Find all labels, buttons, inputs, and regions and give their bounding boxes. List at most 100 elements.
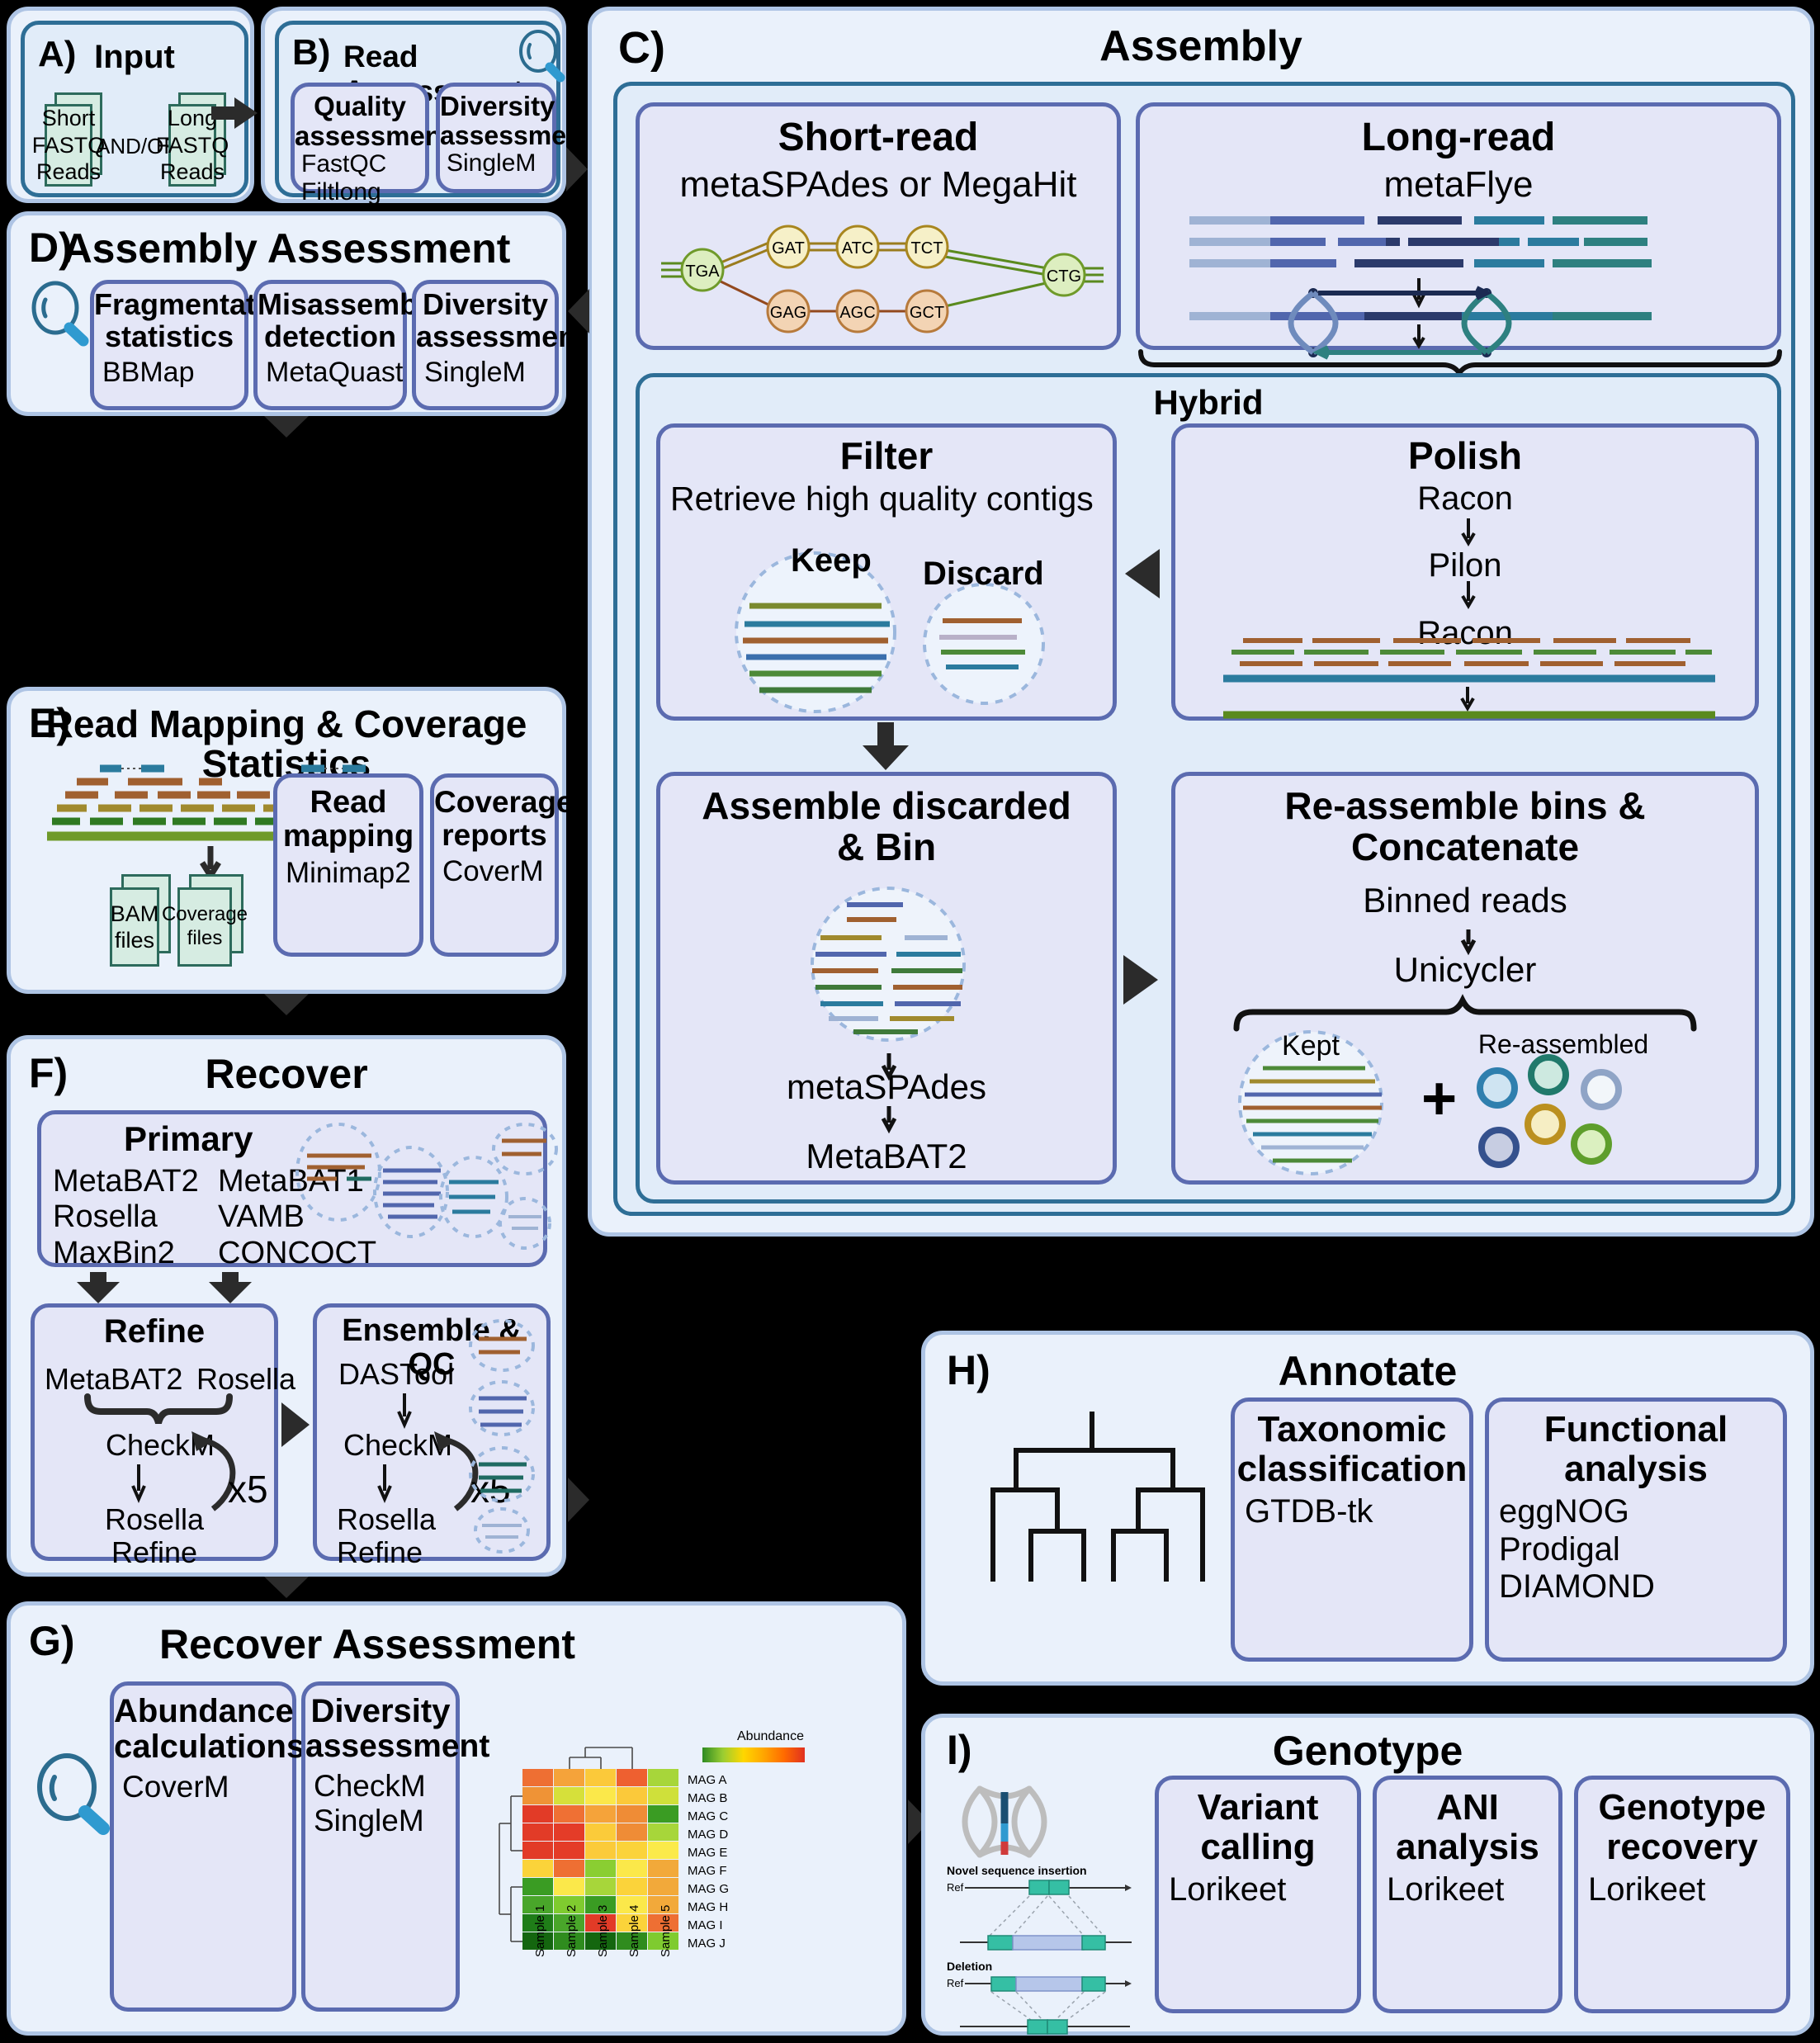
heatmap-cell	[585, 1823, 616, 1841]
heatmap-row-label: MAG C	[688, 1809, 729, 1823]
magnifier-icon	[519, 30, 565, 83]
short-read-box: Short-read metaSPAdes or MegaHit TGA GAT…	[636, 102, 1121, 350]
svg-text:TGA: TGA	[685, 262, 720, 281]
refine-input-2: Rosella	[196, 1362, 296, 1396]
variant-calling-title-1: Variant	[1197, 1787, 1319, 1828]
reassemble-step-1: Binned reads	[1363, 881, 1567, 920]
functional-analysis-tool-3: DIAMOND	[1499, 1568, 1655, 1606]
long-reads-line-3: Reads	[159, 159, 225, 185]
refine-input-1: MetaBAT2	[45, 1362, 183, 1396]
quality-assessment-box: Quality assessment FastQC Filtlong Nanop…	[291, 83, 451, 234]
coverage-reports-title-1: Coverage	[434, 785, 574, 819]
heatmap-cell	[554, 1860, 584, 1877]
genotype-recovery-box: Genotype recovery Lorikeet	[1574, 1776, 1790, 2013]
read-mapping-tool-1: Minimap2	[286, 857, 411, 890]
heatmap-cell	[617, 1842, 647, 1859]
arrow-a-to-b	[211, 97, 258, 129]
hybrid-title: Hybrid	[1153, 383, 1264, 422]
variant-calling-tool-1: Lorikeet	[1169, 1871, 1287, 1908]
reassemble-box: Re-assemble bins & Concatenate Binned re…	[1171, 772, 1759, 1185]
long-reads-line-2: FASTQ	[155, 132, 229, 158]
assembly-graph: TGA GAT ATC TCT GAG AGC GCT CTG	[661, 225, 1104, 333]
refine-down-arrow	[131, 1464, 146, 1503]
misassembly-detection-title-1: Misassembly	[258, 287, 443, 321]
arrow-primary-to-ensemble	[209, 1272, 252, 1303]
recover-diversity-tool-2: SingleM	[314, 1804, 424, 1838]
panel-i-genotype: I) Genotype Novel sequence insertion Ref	[921, 1714, 1814, 2036]
genotype-recovery-tool-1: Lorikeet	[1588, 1871, 1706, 1908]
panel-e-read-mapping: E) Read Mapping & Coverage Statistics BA…	[7, 687, 574, 994]
panel-c-title: Assembly	[1099, 22, 1302, 70]
variant-calling-box: Variant calling Lorikeet	[1155, 1776, 1361, 2013]
quality-assessment-title-1: Quality	[314, 91, 406, 121]
bam-files-line-2: files	[114, 928, 154, 953]
long-reads-doc: Long FASTQ Reads	[156, 104, 229, 187]
primary-bin-bubbles	[295, 1123, 558, 1250]
functional-analysis-tool-2: Prodigal	[1499, 1530, 1620, 1568]
reassemble-title-2: Concatenate	[1350, 825, 1580, 868]
long-read-assembly-bubbles	[1288, 286, 1512, 360]
heatmap-row-label: MAG J	[688, 1937, 726, 1951]
heatmap-cell	[522, 1842, 553, 1859]
polish-contig-graphic	[1223, 638, 1715, 719]
arrow-b-to-c	[566, 147, 588, 192]
heatmap-cell	[554, 1878, 584, 1895]
magnifier-icon	[31, 281, 89, 347]
svg-text:TCT: TCT	[911, 239, 943, 258]
abundance-calculations-box: Abundance calculations CoverM	[110, 1681, 305, 2012]
refine-output-1: Rosella	[104, 1502, 205, 1536]
heatmap-cell	[617, 1805, 647, 1823]
long-reads-line-1: Long	[167, 106, 218, 131]
functional-analysis-box: Functional analysis eggNOG Prodigal DIAM…	[1485, 1397, 1787, 1662]
heatmap-cell	[522, 1787, 553, 1804]
heatmap-row-label: MAG G	[688, 1882, 730, 1896]
short-read-title: Short-read	[778, 116, 979, 159]
refine-brace	[84, 1393, 233, 1425]
svg-text:Re-assembled: Re-assembled	[1478, 1029, 1648, 1059]
heatmap-row-label: MAG B	[688, 1791, 728, 1805]
filter-title: Filter	[839, 434, 934, 477]
heatmap-cell	[648, 1842, 678, 1859]
abundance-calculations-title-2: calculations	[114, 1729, 305, 1766]
heatmap-col-label: Sample 4	[627, 1904, 641, 1957]
ensemble-down-arrow-1	[397, 1393, 412, 1429]
arrow-assemble-to-reassemble	[1123, 955, 1158, 1005]
recover-diversity-box: Diversity assessment CheckM SingleM	[301, 1681, 489, 2012]
taxonomic-classification-box: Taxonomic classification GTDB-tk	[1231, 1397, 1473, 1662]
polish-box: Polish Racon Pilon Racon	[1171, 423, 1759, 721]
misassembly-detection-tool-1: MetaQuast	[266, 356, 404, 388]
fragmentation-statistics-title-1: Fragmentation	[94, 287, 301, 321]
coverage-files-doc: Coverage files	[162, 887, 248, 967]
arrow-e-to-f	[264, 994, 309, 1015]
read-mapping-title-2: mapping	[282, 819, 414, 854]
heatmap-cell	[554, 1823, 584, 1841]
arrow-f-to-g	[264, 1577, 309, 1598]
refine-output-2: Refine	[111, 1535, 198, 1569]
primary-col1-item-2: Rosella	[53, 1199, 158, 1235]
short-reads-line-2: FASTQ	[31, 132, 106, 158]
short-reads-doc: Short FASTQ Reads	[32, 104, 105, 187]
taxonomic-classification-tool-1: GTDB-tk	[1245, 1493, 1373, 1530]
abundance-calculations-tool-1: CoverM	[122, 1770, 229, 1804]
heatmap-cell	[648, 1860, 678, 1877]
heatmap-cell	[585, 1787, 616, 1804]
filter-box: Filter Retrieve high quality contigs Kee…	[656, 423, 1117, 721]
panel-b-read-assessment: B) Read Assessment Quality assessment Fa…	[261, 7, 592, 234]
structural-variant-diagram: Novel sequence insertion Ref Deletion Re…	[947, 1785, 1132, 2035]
read-mapping-box: Read mapping Minimap2	[273, 773, 423, 957]
heatmap-cell	[648, 1769, 678, 1786]
refine-box: Refine MetaBAT2 Rosella CheckM x5 Rosell…	[31, 1303, 295, 1569]
ensemble-output-2: Refine	[337, 1535, 423, 1569]
panel-h-title: Annotate	[1278, 1348, 1458, 1394]
heatmap-cell	[554, 1805, 584, 1823]
fragmentation-statistics-tool-1: BBMap	[102, 356, 195, 388]
recover-diversity-title-1: Diversity	[310, 1693, 451, 1729]
diversity-assessment-title-2: assessment	[440, 120, 592, 150]
primary-title: Primary	[124, 1119, 253, 1158]
polish-step-2: Pilon	[1428, 547, 1502, 584]
heatmap-cell	[522, 1769, 553, 1786]
filter-keep-discard-graphic: Keep Discard	[735, 542, 1045, 713]
assemble-discarded-box: Assemble discarded & Bin metaSPAdes Meta…	[656, 772, 1117, 1185]
assemble-discarded-title-2: & Bin	[836, 825, 937, 868]
heatmap-cell	[554, 1842, 584, 1859]
